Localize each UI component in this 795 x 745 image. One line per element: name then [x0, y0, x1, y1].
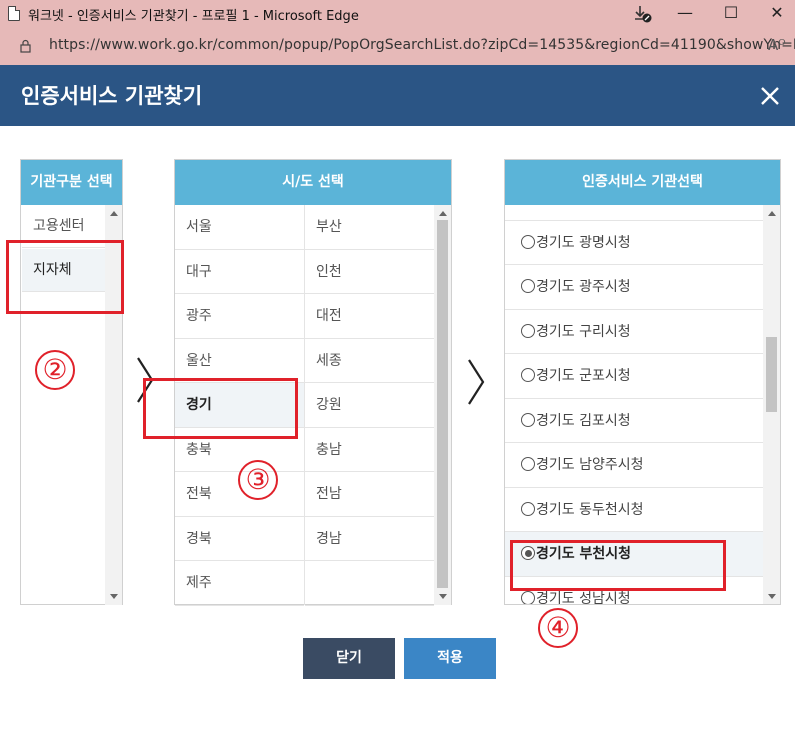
lock-icon[interactable] — [20, 39, 31, 53]
org-item[interactable]: 경기도 구리시청 — [505, 310, 764, 354]
org-item[interactable]: 경기도 동두천시청 — [505, 488, 764, 532]
scroll-thumb[interactable] — [437, 220, 448, 588]
scroll-thumb[interactable] — [766, 337, 777, 412]
radio-unchecked-icon[interactable] — [521, 234, 535, 249]
region-item[interactable]: 서울 — [175, 205, 304, 250]
apply-button[interactable]: 적용 — [404, 638, 496, 679]
org-item-label: 경기도 김포시청 — [536, 412, 631, 429]
org-item-label: 경기도 과천시청 — [536, 205, 631, 206]
minimize-button[interactable]: — — [662, 0, 708, 28]
org-item[interactable]: 경기도 과천시청 — [505, 205, 764, 221]
scroll-down-arrow-icon[interactable] — [439, 594, 447, 599]
dialog-header: 인증서비스 기관찾기 — [0, 65, 795, 126]
annotation-step-3: ③ — [238, 460, 278, 500]
region-item[interactable]: 울산 — [175, 339, 304, 383]
region-item[interactable]: 경남 — [305, 517, 434, 561]
maximize-button[interactable]: ☐ — [708, 0, 754, 28]
annotation-box-category — [6, 240, 124, 314]
scroll-down-arrow-icon[interactable] — [768, 594, 776, 599]
region-item[interactable]: 광주 — [175, 294, 304, 339]
region-item[interactable]: 인천 — [305, 250, 434, 294]
region-item[interactable]: 부산 — [305, 205, 434, 250]
region-item[interactable]: 강원 — [305, 383, 434, 428]
scroll-down-arrow-icon[interactable] — [110, 594, 118, 599]
region-item[interactable]: 세종 — [305, 339, 434, 383]
org-item-label: 경기도 군포시청 — [536, 368, 631, 384]
org-item[interactable]: 경기도 김포시청 — [505, 399, 764, 443]
scroll-up-arrow-icon[interactable] — [768, 211, 776, 216]
category-panel: 기관구분 선택 고용센터 지자체 — [20, 159, 123, 605]
region-empty-cell — [305, 561, 434, 606]
org-item-label: 경기도 광주시청 — [536, 279, 631, 295]
org-item-label: 경기도 성남시청 — [536, 590, 631, 605]
url-field[interactable]: https://www.work.go.kr/common/popup/PopO… — [49, 37, 795, 53]
window-close-button[interactable]: ✕ — [754, 0, 795, 28]
address-bar: https://www.work.go.kr/common/popup/PopO… — [0, 28, 795, 65]
region-item[interactable]: 대전 — [305, 294, 434, 339]
region-panel-header: 시/도 선택 — [175, 160, 451, 205]
org-item-label: 경기도 구리시청 — [536, 323, 631, 340]
region-scrollbar[interactable] — [434, 205, 451, 605]
org-item-label: 경기도 남양주시청 — [536, 457, 644, 473]
radio-unchecked-icon[interactable] — [521, 279, 535, 293]
org-item[interactable]: 경기도 남양주시청 — [505, 443, 764, 488]
region-item[interactable]: 충남 — [305, 428, 434, 472]
org-item[interactable]: 경기도 광주시청 — [505, 265, 764, 310]
radio-unchecked-icon[interactable] — [521, 323, 535, 338]
chevron-right-icon — [468, 359, 485, 405]
org-item-label: 경기도 광명시청 — [536, 234, 631, 251]
annotation-step-4: ④ — [538, 608, 578, 648]
dialog-title: 인증서비스 기관찾기 — [21, 84, 203, 108]
close-icon[interactable] — [757, 83, 783, 109]
radio-unchecked-icon[interactable] — [521, 368, 535, 382]
region-item[interactable]: 전남 — [305, 472, 434, 517]
annotation-box-region — [143, 378, 298, 439]
page-icon — [8, 6, 20, 21]
region-item[interactable]: 대구 — [175, 250, 304, 294]
category-panel-header: 기관구분 선택 — [21, 160, 122, 205]
org-item-label: 경기도 동두천시청 — [536, 501, 644, 518]
org-panel-header: 인증서비스 기관선택 — [505, 160, 780, 205]
annotation-step-2: ② — [35, 350, 75, 390]
org-scrollbar[interactable] — [763, 205, 780, 604]
scroll-up-arrow-icon[interactable] — [110, 211, 118, 216]
org-item[interactable]: 경기도 군포시청 — [505, 354, 764, 399]
org-item[interactable]: 경기도 광명시청 — [505, 221, 764, 265]
download-icon[interactable] — [632, 4, 654, 24]
region-item[interactable]: 제주 — [175, 561, 304, 606]
radio-unchecked-icon[interactable] — [521, 412, 535, 427]
read-aloud-icon[interactable]: Aᴼ — [768, 36, 786, 54]
window-title: 워크넷 - 인증서비스 기관찾기 - 프로필 1 - Microsoft Edg… — [28, 9, 359, 24]
annotation-box-org — [510, 540, 726, 591]
region-item[interactable]: 경북 — [175, 517, 304, 561]
org-panel: 인증서비스 기관선택 경기도 과천시청경기도 광명시청경기도 광주시청경기도 구… — [504, 159, 781, 605]
radio-unchecked-icon[interactable] — [521, 457, 535, 471]
browser-title-bar: 워크넷 - 인증서비스 기관찾기 - 프로필 1 - Microsoft Edg… — [0, 0, 795, 28]
scroll-up-arrow-icon[interactable] — [439, 211, 447, 216]
radio-unchecked-icon[interactable] — [521, 590, 535, 604]
radio-unchecked-icon[interactable] — [521, 501, 535, 516]
close-button[interactable]: 닫기 — [303, 638, 395, 679]
